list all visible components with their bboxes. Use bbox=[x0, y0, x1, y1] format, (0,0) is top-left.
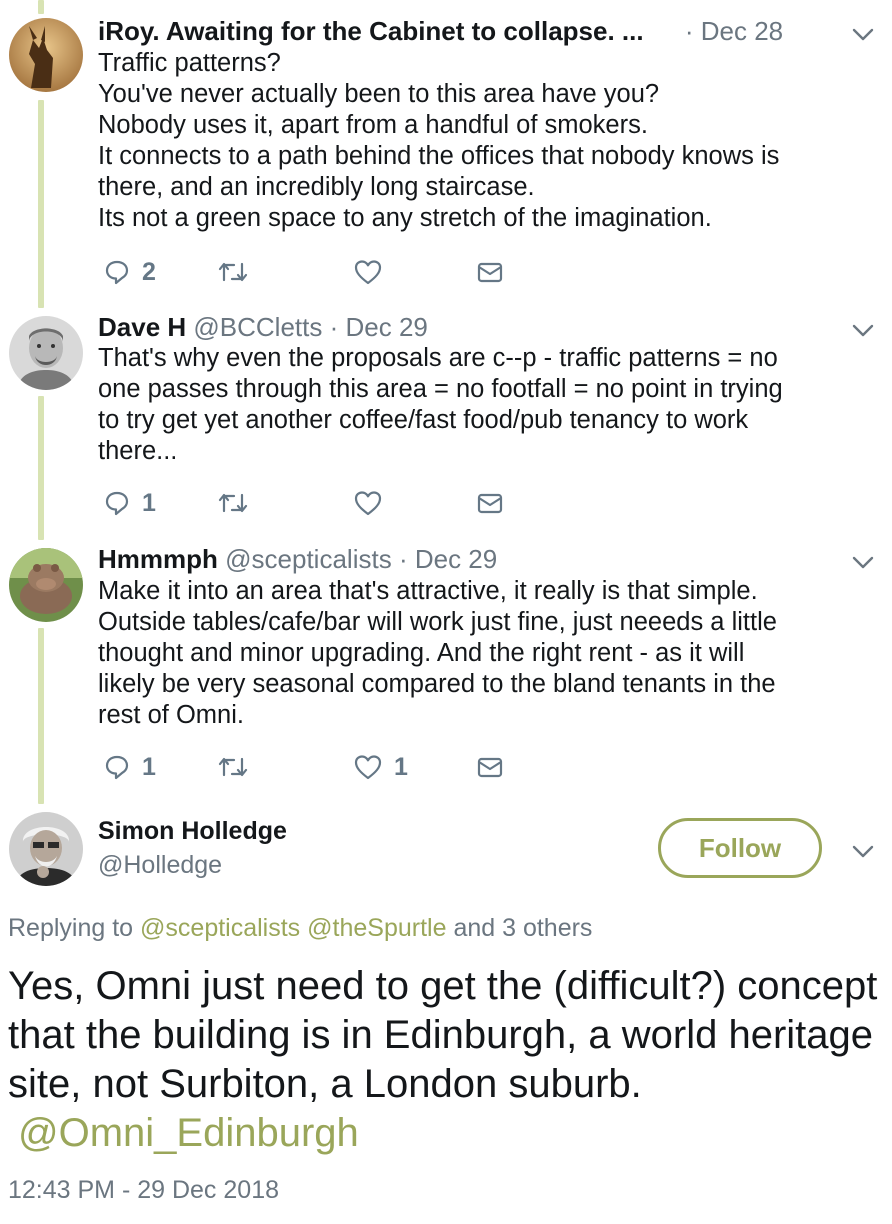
tweet-text-line: rest of Omni. bbox=[98, 701, 244, 729]
author-handle[interactable]: @scepticalists bbox=[225, 544, 392, 574]
author-name[interactable]: Hmmmph bbox=[98, 544, 218, 574]
retweet-icon bbox=[218, 491, 248, 515]
retweet-button[interactable] bbox=[218, 753, 260, 781]
tweet-text-line: You've never actually been to this area … bbox=[98, 80, 660, 108]
retweet-icon bbox=[218, 755, 248, 779]
tweet-text-line: to try get yet another coffee/fast food/… bbox=[98, 406, 749, 434]
author-name[interactable]: iRoy. Awaiting for the Cabinet to collap… bbox=[98, 16, 644, 46]
author-name[interactable]: Dave H bbox=[98, 312, 186, 342]
like-count: 1 bbox=[394, 752, 408, 781]
retweet-button[interactable] bbox=[218, 489, 260, 517]
envelope-icon bbox=[476, 260, 504, 284]
tweet-actions: 1 1 bbox=[104, 753, 524, 781]
main-tweet-body: Yes, Omni just need to get the (difficul… bbox=[8, 964, 878, 1106]
tweet[interactable]: Hmmmph @scepticalists · Dec 29 Make it i… bbox=[0, 532, 892, 802]
chevron-down-icon[interactable] bbox=[852, 28, 874, 42]
avatar[interactable] bbox=[9, 812, 83, 886]
retweet-button[interactable] bbox=[218, 258, 260, 286]
like-button[interactable] bbox=[354, 258, 394, 286]
reply-button[interactable]: 1 bbox=[104, 753, 156, 781]
tweet-text-line: one passes through this area = no footfa… bbox=[98, 375, 783, 403]
tweet-text-line: It connects to a path behind the offices… bbox=[98, 142, 780, 170]
tweet-actions: 1 bbox=[104, 489, 524, 517]
reply-count: 1 bbox=[142, 752, 156, 781]
heart-icon bbox=[354, 259, 382, 285]
tweet-text-line: That's why even the proposals are c--p -… bbox=[98, 344, 778, 372]
reply-icon bbox=[104, 490, 130, 516]
chevron-down-icon[interactable] bbox=[852, 845, 874, 859]
separator-dot: · bbox=[329, 312, 339, 342]
tweet-text-line: Outside tables/cafe/bar will work just f… bbox=[98, 608, 777, 636]
mention-link[interactable]: @Omni_Edinburgh bbox=[18, 1111, 359, 1155]
tweet-date[interactable]: Dec 29 bbox=[346, 312, 428, 342]
reply-icon bbox=[104, 259, 130, 285]
replying-to: Replying to @scepticalists @theSpurtle a… bbox=[8, 914, 592, 943]
avatar[interactable] bbox=[9, 18, 83, 92]
envelope-icon bbox=[476, 491, 504, 515]
reply-button[interactable]: 1 bbox=[104, 489, 156, 517]
tweet-text-line: Make it into an area that's attractive, … bbox=[98, 577, 758, 605]
tweet-text-line: there... bbox=[98, 437, 178, 465]
separator-dot: · bbox=[684, 16, 694, 46]
tweet-date[interactable]: Dec 29 bbox=[415, 544, 497, 574]
retweet-icon bbox=[218, 260, 248, 284]
avatar[interactable] bbox=[9, 548, 83, 622]
tweet-actions: 2 bbox=[104, 258, 524, 286]
follow-button[interactable]: Follow bbox=[658, 818, 822, 878]
author-handle[interactable]: @Holledge bbox=[98, 851, 222, 880]
tweet-text: Traffic patterns? You've never actually … bbox=[98, 48, 872, 234]
tweet-timestamp[interactable]: 12:43 PM - 29 Dec 2018 bbox=[8, 1176, 279, 1205]
tweet-date[interactable]: Dec 28 bbox=[701, 16, 783, 46]
reply-button[interactable]: 2 bbox=[104, 258, 156, 286]
tweet-text-line: there, and an incredibly long staircase. bbox=[98, 173, 535, 201]
direct-message-button[interactable] bbox=[476, 258, 504, 286]
main-tweet-text: Yes, Omni just need to get the (difficul… bbox=[8, 962, 888, 1158]
tweet-text-line: likely be very seasonal compared to the … bbox=[98, 670, 776, 698]
like-button[interactable]: 1 bbox=[354, 753, 408, 781]
like-button[interactable] bbox=[354, 489, 394, 517]
mention-link[interactable]: @scepticalists bbox=[140, 914, 300, 942]
replying-to-label: Replying to bbox=[8, 914, 134, 942]
reply-count: 1 bbox=[142, 488, 156, 517]
envelope-icon bbox=[476, 755, 504, 779]
tweet[interactable]: iRoy. Awaiting for the Cabinet to collap… bbox=[0, 0, 892, 300]
tweet-text-line: Its not a green space to any stretch of … bbox=[98, 204, 712, 232]
separator-dot: · bbox=[398, 544, 408, 574]
heart-icon bbox=[354, 490, 382, 516]
tweet[interactable]: Dave H @BCCletts · Dec 29 That's why eve… bbox=[0, 300, 892, 532]
direct-message-button[interactable] bbox=[476, 753, 504, 781]
direct-message-button[interactable] bbox=[476, 489, 504, 517]
chevron-down-icon[interactable] bbox=[852, 324, 874, 338]
tweet-text-line: thought and minor upgrading. And the rig… bbox=[98, 639, 745, 667]
reply-count: 2 bbox=[142, 257, 156, 286]
author-name[interactable]: Simon Holledge bbox=[98, 817, 287, 846]
tweet-text: That's why even the proposals are c--p -… bbox=[98, 343, 872, 467]
tweet-text-line: Traffic patterns? bbox=[98, 49, 281, 77]
tweet-text: Make it into an area that's attractive, … bbox=[98, 576, 872, 731]
author-handle[interactable]: @BCCletts bbox=[193, 312, 322, 342]
others-link[interactable]: and 3 others bbox=[453, 914, 592, 942]
chevron-down-icon[interactable] bbox=[852, 556, 874, 570]
mention-link[interactable]: @theSpurtle bbox=[307, 914, 446, 942]
avatar[interactable] bbox=[9, 316, 83, 390]
reply-icon bbox=[104, 754, 130, 780]
heart-icon bbox=[354, 754, 382, 780]
tweet-text-line: Nobody uses it, apart from a handful of … bbox=[98, 111, 648, 139]
